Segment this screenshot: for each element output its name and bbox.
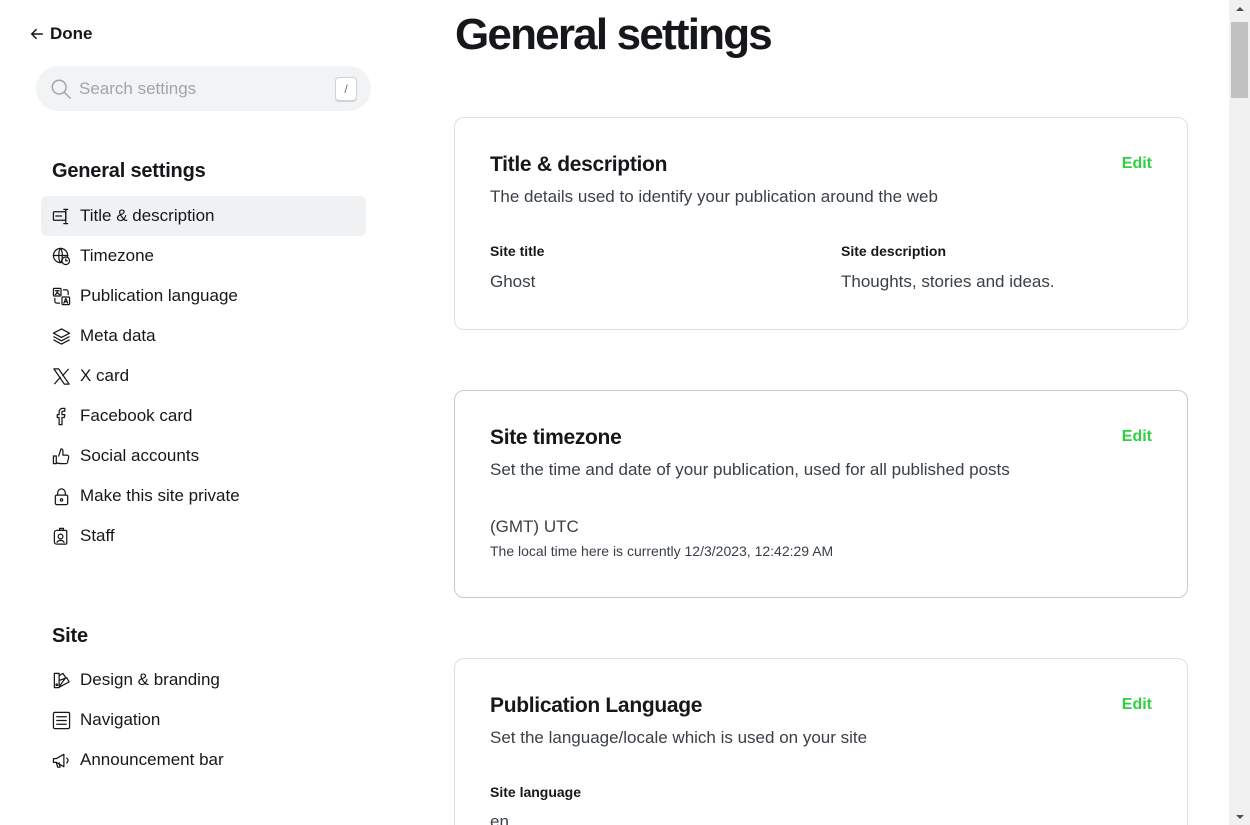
sidebar-item-meta-data[interactable]: Meta data: [41, 316, 366, 356]
sidebar-item-announcement-bar[interactable]: Announcement bar: [41, 740, 366, 780]
globe-clock-icon: [51, 246, 71, 266]
sidebar-item-x-card[interactable]: X card: [41, 356, 366, 396]
site-description-value: Thoughts, stories and ideas.: [841, 272, 1055, 291]
site-language-label: Site language: [490, 784, 582, 800]
sidebar-item-label: Navigation: [80, 710, 161, 729]
edit-title-description-button[interactable]: Edit: [1122, 155, 1152, 173]
staff-icon: [51, 526, 71, 546]
thumbs-up-icon: [51, 446, 71, 466]
title-description-icon: [51, 206, 71, 226]
sidebar-item-label: Design & branding: [80, 670, 220, 689]
sidebar-item-label: Meta data: [80, 326, 156, 345]
sidebar-item-facebook-card[interactable]: Facebook card: [41, 396, 366, 436]
facebook-icon: [51, 406, 71, 426]
megaphone-icon: [51, 750, 71, 770]
publication-language-card: Publication Language Set the language/lo…: [454, 658, 1188, 825]
sidebar-item-label: Publication language: [80, 286, 238, 305]
search-input[interactable]: [79, 78, 335, 99]
list-icon: [51, 710, 71, 730]
sidebar-item-label: Facebook card: [80, 406, 193, 425]
sidebar-item-staff[interactable]: Staff: [41, 516, 366, 556]
sidebar-item-label: Social accounts: [80, 446, 200, 465]
card-description: Set the time and date of your publicatio…: [490, 460, 1010, 479]
card-heading: Title & description: [490, 153, 668, 176]
done-label: Done: [50, 24, 93, 43]
done-button[interactable]: Done: [30, 24, 93, 44]
page-scrollbar[interactable]: [1229, 0, 1250, 825]
edit-language-button[interactable]: Edit: [1122, 696, 1152, 714]
card-heading: Site timezone: [490, 426, 622, 449]
scroll-down-arrow-icon[interactable]: [1229, 808, 1250, 825]
local-time-hint: The local time here is currently 12/3/20…: [490, 543, 834, 559]
scrollbar-thumb[interactable]: [1231, 22, 1248, 98]
card-description: Set the language/locale which is used on…: [490, 728, 868, 747]
site-language-value: en: [490, 812, 509, 825]
card-description: The details used to identify your public…: [490, 187, 938, 206]
sidebar-item-label: Announcement bar: [80, 750, 224, 769]
sidebar-item-publication-language[interactable]: Publication language: [41, 276, 366, 316]
search-icon: [51, 79, 71, 99]
layers-icon: [51, 326, 71, 346]
edit-timezone-button[interactable]: Edit: [1122, 428, 1152, 446]
search-box[interactable]: /: [36, 66, 371, 111]
card-heading: Publication Language: [490, 694, 703, 717]
site-timezone-card: Site timezone Set the time and date of y…: [454, 390, 1188, 598]
site-title-label: Site title: [490, 243, 545, 259]
settings-sidebar: Done / General settings Title & descript…: [0, 0, 410, 825]
sidebar-item-social-accounts[interactable]: Social accounts: [41, 436, 366, 476]
x-logo-icon: [51, 366, 71, 386]
sidebar-item-make-site-private[interactable]: Make this site private: [41, 476, 366, 516]
sidebar-item-label: Timezone: [80, 246, 155, 265]
lock-icon: [51, 486, 71, 506]
sidebar-item-label: X card: [80, 366, 130, 385]
search-shortcut-badge: /: [335, 76, 357, 101]
sidebar-item-timezone[interactable]: Timezone: [41, 236, 366, 276]
sidebar-section-general: General settings: [52, 160, 206, 182]
sidebar-item-label: Make this site private: [80, 486, 240, 505]
arrow-left-icon: [30, 28, 44, 40]
sidebar-item-navigation[interactable]: Navigation: [41, 700, 366, 740]
sidebar-item-label: Staff: [80, 526, 115, 545]
title-description-card: Title & description The details used to …: [454, 117, 1188, 330]
scroll-up-arrow-icon[interactable]: [1229, 0, 1250, 17]
sidebar-item-label: Title & description: [80, 206, 215, 225]
page-title: General settings: [455, 10, 773, 59]
paint-icon: [51, 670, 71, 690]
site-description-label: Site description: [841, 243, 947, 259]
site-title-value: Ghost: [490, 272, 536, 291]
sidebar-section-site: Site: [52, 625, 88, 647]
translate-icon: [51, 286, 71, 306]
sidebar-item-title-description[interactable]: Title & description: [41, 196, 366, 236]
timezone-value: (GMT) UTC: [490, 517, 579, 536]
sidebar-item-design-branding[interactable]: Design & branding: [41, 660, 366, 700]
